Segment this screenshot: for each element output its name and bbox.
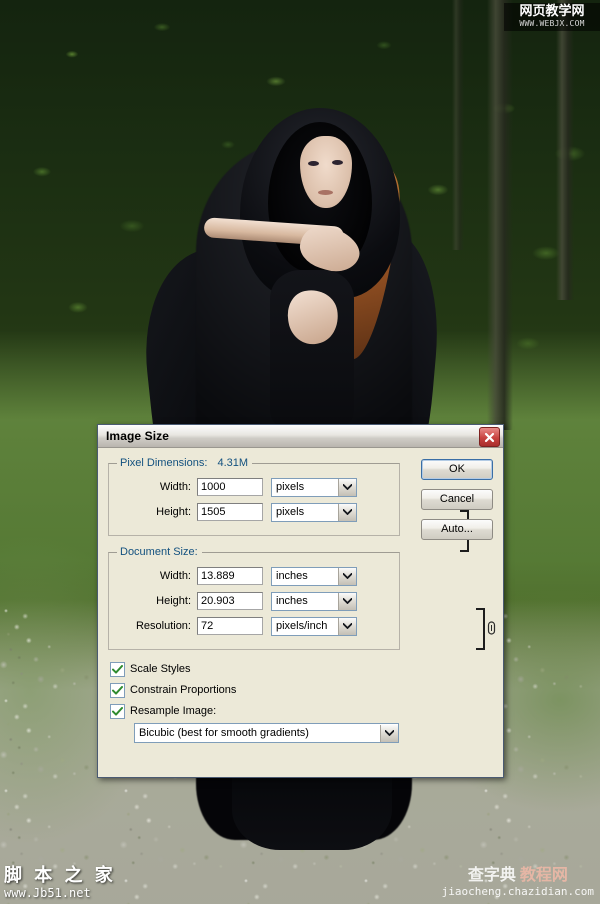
dialog-button-column: OK Cancel Auto...: [421, 459, 493, 549]
pixel-height-label: Height:: [156, 506, 191, 518]
pixel-width-input[interactable]: [197, 478, 263, 496]
ok-button[interactable]: OK: [421, 459, 493, 480]
resample-image-checkbox[interactable]: Resample Image:: [110, 702, 493, 720]
pixel-width-unit-select[interactable]: pixels: [271, 477, 357, 497]
doc-resolution-unit-value: pixels/inch: [276, 620, 328, 632]
pixel-height-unit-value: pixels: [276, 506, 305, 518]
pixel-width-label: Width:: [159, 481, 191, 493]
eye-left: [308, 161, 319, 166]
constrain-proportions-checkbox[interactable]: Constrain Proportions: [110, 681, 493, 699]
options-checkbox-list: Scale Styles Constrain Proportions Resam…: [110, 660, 493, 720]
screenshot-stage: Image Size Pixel Dimensions: 4.31M Width…: [0, 0, 600, 904]
cancel-button[interactable]: Cancel: [421, 489, 493, 510]
chevron-down-icon[interactable]: [338, 617, 356, 635]
pixel-dimensions-label: Pixel Dimensions:: [120, 457, 208, 469]
dialog-body: Pixel Dimensions: 4.31M Width: pixels He…: [98, 448, 503, 778]
doc-height-row: Height: inches: [117, 590, 391, 612]
dialog-titlebar[interactable]: Image Size: [98, 425, 503, 448]
resample-method-value: Bicubic (best for smooth gradients): [139, 727, 309, 739]
checkmark-icon[interactable]: [110, 682, 125, 698]
bracket: [476, 608, 485, 650]
doc-width-unit-value: inches: [276, 570, 308, 582]
doc-width-row: Width: inches: [117, 565, 391, 587]
pixel-height-input[interactable]: [197, 503, 263, 521]
resample-method-select[interactable]: Bicubic (best for smooth gradients): [134, 723, 399, 743]
doc-resolution-label: Resolution:: [135, 620, 191, 632]
chevron-down-icon[interactable]: [380, 724, 398, 742]
pixel-dimensions-legend: Pixel Dimensions: 4.31M: [117, 457, 252, 469]
auto-button[interactable]: Auto...: [421, 519, 493, 540]
eye-right: [332, 160, 343, 165]
checkmark-icon[interactable]: [110, 703, 125, 719]
doc-width-input[interactable]: [197, 567, 263, 585]
pixel-dimensions-size: 4.31M: [217, 457, 249, 469]
document-size-group: Document Size: Width: inches Height:: [108, 546, 400, 650]
doc-height-unit-select[interactable]: inches: [271, 591, 357, 611]
doc-resolution-input[interactable]: [197, 617, 263, 635]
doc-width-unit-select[interactable]: inches: [271, 566, 357, 586]
scale-styles-label: Scale Styles: [130, 663, 191, 675]
dialog-title: Image Size: [106, 429, 170, 443]
chevron-down-icon[interactable]: [338, 503, 356, 521]
doc-height-unit-value: inches: [276, 595, 308, 607]
image-size-dialog: Image Size Pixel Dimensions: 4.31M Width…: [97, 424, 504, 778]
doc-resolution-row: Resolution: pixels/inch: [117, 615, 391, 637]
doc-width-label: Width:: [159, 570, 191, 582]
document-constrain-chain: [476, 608, 500, 650]
pixel-height-row: Height: pixels: [117, 501, 391, 523]
pixel-height-unit-select[interactable]: pixels: [271, 502, 357, 522]
chevron-down-icon[interactable]: [338, 478, 356, 496]
document-size-legend: Document Size:: [117, 546, 202, 558]
chevron-down-icon[interactable]: [338, 567, 356, 585]
pixel-width-row: Width: pixels: [117, 476, 391, 498]
chevron-down-icon[interactable]: [338, 592, 356, 610]
doc-resolution-unit-select[interactable]: pixels/inch: [271, 616, 357, 636]
document-size-label: Document Size:: [120, 546, 198, 558]
pixel-width-unit-value: pixels: [276, 481, 305, 493]
constrain-proportions-label: Constrain Proportions: [130, 684, 237, 696]
doc-height-label: Height:: [156, 595, 191, 607]
scale-styles-checkbox[interactable]: Scale Styles: [110, 660, 493, 678]
chain-link-icon: [487, 620, 496, 638]
resample-image-label: Resample Image:: [130, 705, 217, 717]
doc-height-input[interactable]: [197, 592, 263, 610]
pixel-dimensions-group: Pixel Dimensions: 4.31M Width: pixels He…: [108, 457, 400, 536]
lips: [318, 190, 333, 195]
close-icon[interactable]: [479, 427, 500, 447]
checkmark-icon[interactable]: [110, 661, 125, 677]
